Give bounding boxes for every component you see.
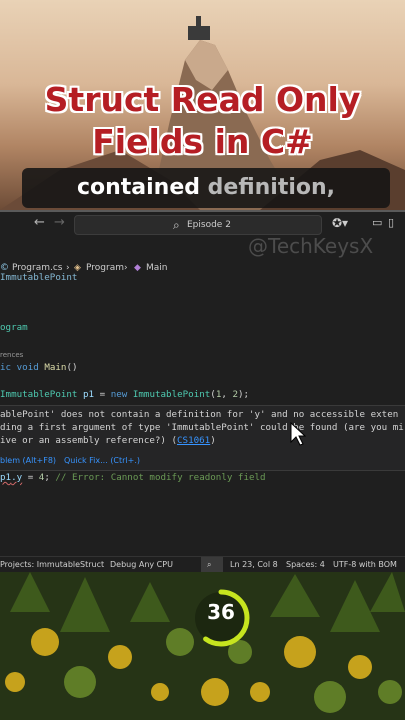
error-text-line: ablePoint' does not contain a definition… (0, 409, 399, 420)
error-tooltip: ablePoint' does not contain a definition… (0, 405, 405, 471)
status-config[interactable]: Debug Any CPU (110, 557, 173, 572)
code-token: ic (0, 362, 12, 373)
layout-icon[interactable]: ▭ (372, 216, 382, 229)
show-problem-link[interactable]: blem (Alt+F8) (0, 456, 56, 465)
countdown-number: 36 (207, 600, 235, 624)
forward-arrow-icon[interactable]: → (54, 215, 65, 230)
code-token: ImmutablePoint (0, 272, 78, 283)
code-token: void (16, 362, 39, 373)
code-line: ic void Main() (0, 362, 405, 374)
code-line: p1.y = 4; // Error: Cannot modify readon… (0, 472, 405, 484)
code-line: ogram (0, 322, 405, 334)
search-icon: ⌕ (173, 218, 180, 232)
back-arrow-icon[interactable]: ← (34, 215, 45, 230)
error-text-line: ive or an assembly reference?) (CS1061) (0, 435, 216, 446)
ide-window: ← → ⌕ Episode 2 ✪▾ ▭ ▯ @TechKeysX © Prog… (0, 210, 405, 572)
code-token: = (22, 472, 39, 483)
ide-titlebar: ← → ⌕ Episode 2 ✪▾ ▭ ▯ (0, 210, 405, 236)
code-token: ImmutablePoint (132, 389, 211, 400)
caption-word-active: contained (76, 175, 200, 200)
code-token: Main (44, 362, 67, 373)
status-bar: Projects: ImmutableStruct Debug Any CPU … (0, 556, 405, 572)
error-code-link[interactable]: CS1061 (177, 435, 210, 446)
code-token: new (110, 389, 128, 400)
code-token: // Error: Cannot modify readonly field (55, 472, 266, 483)
quick-fix-link[interactable]: Quick Fix... (Ctrl+.) (64, 456, 140, 465)
mouse-cursor-icon (290, 422, 306, 446)
subtitle-caption: contained definition, (22, 168, 390, 208)
zoom-icon: ⌕ (207, 560, 212, 569)
status-position[interactable]: Ln 23, Col 8 (230, 557, 278, 572)
video-title-line-1: Struct Read Only (44, 80, 361, 119)
search-box[interactable]: ⌕ Episode 2 (74, 215, 322, 235)
video-title-line-2: Fields in C# (92, 122, 313, 161)
search-text: Episode 2 (187, 220, 231, 230)
copilot-icon[interactable]: ✪▾ (332, 216, 348, 230)
status-spaces[interactable]: Spaces: 4 (286, 557, 325, 572)
watermark: @TechKeysX (248, 234, 374, 258)
caption-word-next: definition, (207, 175, 336, 200)
code-token: , (221, 389, 233, 400)
status-encoding[interactable]: UTF-8 with BOM (333, 557, 397, 572)
code-token: = (94, 389, 111, 400)
panel-icon[interactable]: ▯ (388, 216, 394, 229)
code-token: ogram (0, 322, 28, 333)
code-line: ImmutablePoint (0, 272, 405, 284)
code-token: ); (238, 389, 250, 400)
code-token: () (66, 362, 78, 373)
zoom-button[interactable]: ⌕ (201, 557, 223, 572)
code-token: p1 (83, 389, 95, 400)
error-text-part: ) (210, 435, 216, 446)
code-token: p1 (0, 472, 12, 483)
code-token: .y (11, 472, 23, 483)
code-line: ImmutablePoint p1 = new ImmutablePoint(1… (0, 389, 405, 401)
references-codelens[interactable]: rences (0, 351, 23, 359)
error-text-part: ive or an assembly reference?) ( (0, 435, 178, 446)
code-token: ImmutablePoint (0, 389, 78, 400)
status-projects[interactable]: Projects: ImmutableStruct (0, 557, 104, 572)
code-token: ; (44, 472, 56, 483)
error-text-line: ding a first argument of type 'Immutable… (0, 422, 404, 433)
